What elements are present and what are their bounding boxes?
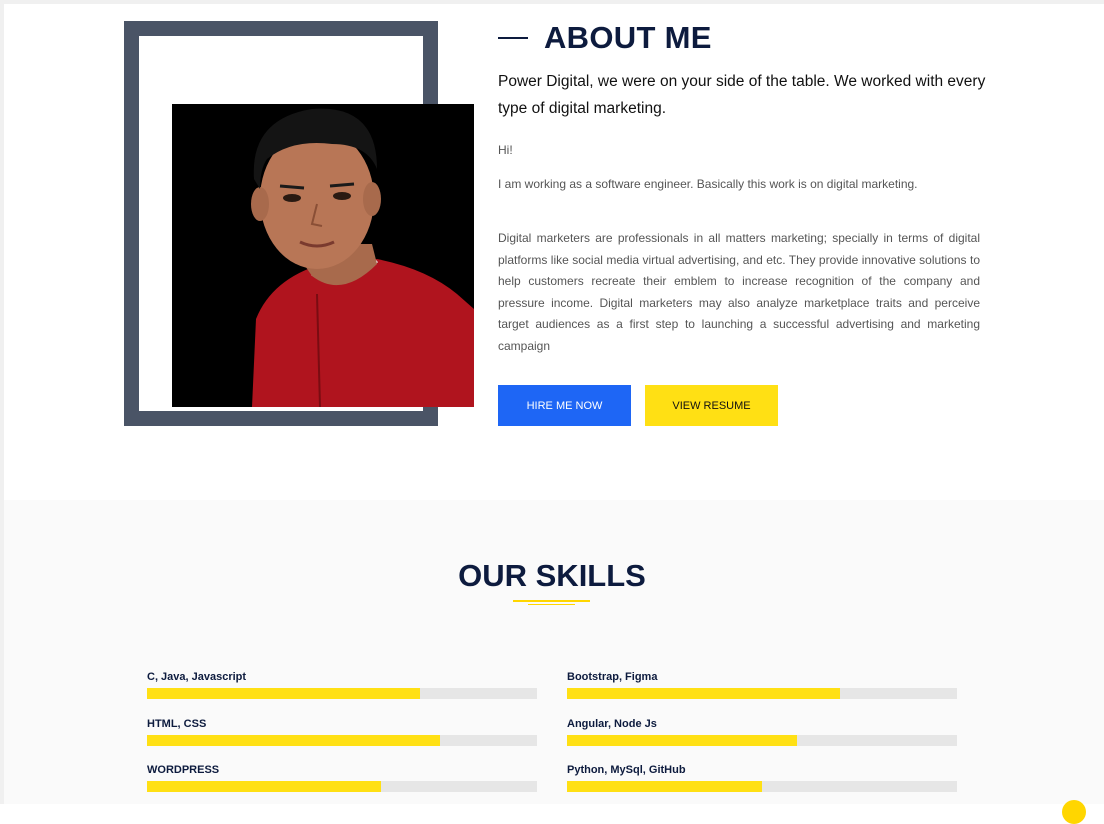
skill-label: C, Java, Javascript: [147, 671, 247, 683]
about-lead: Power Digital, we were on your side of t…: [498, 73, 986, 117]
skill-bar-track: [567, 781, 957, 792]
skill-bar-track: [567, 735, 957, 746]
skill-bar-track: [147, 688, 537, 699]
about-title: ABOUT ME: [544, 20, 712, 55]
profile-photo: [172, 104, 474, 407]
skill-item: HTML, CSS: [147, 717, 537, 746]
skill-bar-fill: [147, 688, 420, 699]
about-section: ABOUT ME Power Digital, we were on your …: [0, 0, 1104, 500]
skill-item: WORDPRESS: [147, 763, 537, 792]
skill-bar-track: [567, 688, 957, 699]
skill-item: Bootstrap, Figma: [567, 670, 957, 699]
skill-label: WORDPRESS: [147, 764, 220, 776]
about-title-row: ABOUT ME: [498, 20, 712, 56]
skills-section: OUR SKILLS C, Java, Javascript Bootstrap…: [0, 500, 1104, 804]
view-resume-button[interactable]: VIEW RESUME: [645, 385, 778, 426]
skill-item: Python, MySql, GitHub: [567, 763, 957, 792]
skill-bar-track: [147, 781, 537, 792]
skill-label: HTML, CSS: [147, 718, 207, 730]
about-greeting: Hi!: [498, 143, 513, 157]
skills-title: OUR SKILLS: [458, 558, 646, 593]
skill-bar-fill: [567, 688, 840, 699]
skill-label: Bootstrap, Figma: [567, 671, 658, 683]
skill-item: Angular, Node Js: [567, 717, 957, 746]
hire-me-button[interactable]: HIRE ME NOW: [498, 385, 631, 426]
skill-item: C, Java, Javascript: [147, 670, 537, 699]
skill-bar-fill: [147, 735, 440, 746]
title-decoration-line: [498, 37, 528, 39]
title-underline: [513, 600, 590, 602]
skill-bar-fill: [567, 781, 762, 792]
skill-bar-fill: [147, 781, 381, 792]
about-intro: I am working as a software engineer. Bas…: [498, 177, 918, 191]
about-description: Digital marketers are professionals in a…: [498, 231, 980, 353]
title-underline-short: [528, 604, 575, 605]
skill-bar-track: [147, 735, 537, 746]
skill-label: Angular, Node Js: [567, 718, 657, 730]
skill-label: Python, MySql, GitHub: [567, 764, 686, 776]
skill-bar-fill: [567, 735, 798, 746]
